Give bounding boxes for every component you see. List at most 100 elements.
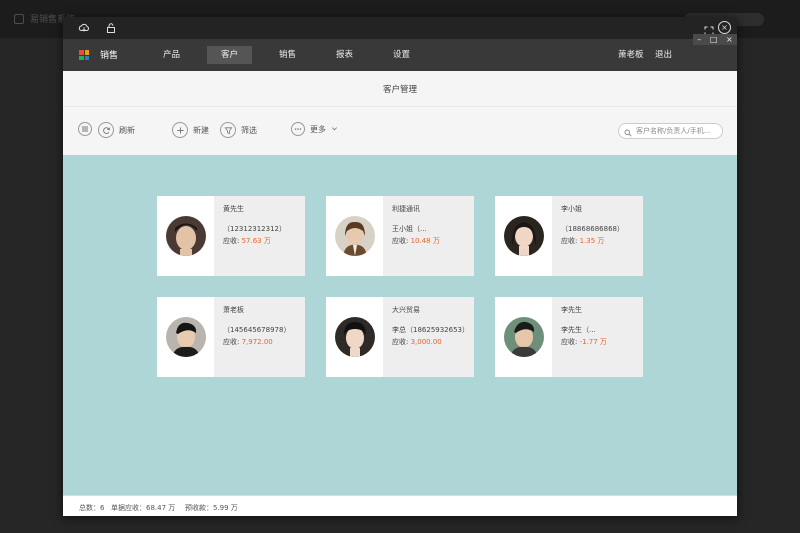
new-label: 新建	[193, 125, 209, 135]
current-user[interactable]: 萧老板	[618, 48, 644, 60]
menu-button[interactable]	[78, 122, 92, 136]
refresh-icon	[98, 122, 114, 138]
customer-contact: 李先生（...	[561, 326, 596, 334]
receivable-label: 应收:	[223, 237, 240, 245]
photo-area	[157, 297, 214, 377]
customer-card[interactable]: 李小姐 （18868686868） 应收: 1.35 万	[495, 196, 643, 276]
customer-name: 李小姐	[561, 205, 582, 213]
receivable-amount: -1.77 万	[579, 338, 607, 346]
app-window: × 销售 产品 客户 销售 报表 设置 萧老板 退出 – □ × 客户管理 刷新…	[63, 17, 737, 516]
avatar	[334, 216, 375, 256]
customer-card[interactable]: 利捷通讯 王小姐（... 应收: 10.48 万	[326, 196, 474, 276]
window-titlebar: ×	[63, 17, 737, 39]
refresh-label: 刷新	[119, 125, 135, 135]
receivable-label: 应收:	[392, 338, 409, 346]
status-footer: 总数：6 单据应收：68.47 万 预收款：5.99 万	[63, 495, 737, 516]
customer-contact: （145645678978）	[223, 326, 291, 334]
search-box[interactable]	[618, 123, 723, 139]
photo-area	[326, 297, 383, 377]
tab-products[interactable]: 产品	[149, 46, 194, 64]
top-navbar: 销售 产品 客户 销售 报表 设置 萧老板 退出	[63, 39, 737, 71]
cloud-sync-icon[interactable]	[78, 22, 90, 34]
search-input[interactable]	[636, 127, 720, 135]
receivable-amount: 7,972.00	[241, 338, 273, 346]
receivable-amount: 1.35 万	[579, 237, 605, 245]
filter-button[interactable]: 筛选	[220, 122, 257, 138]
toolbar: 刷新 新建 筛选 更多	[63, 107, 737, 155]
customer-info: 萧老板 （145645678978） 应收: 7,972.00	[214, 297, 290, 377]
customer-name: 李先生	[561, 306, 582, 314]
customer-contact: 李总（18625932653）	[392, 326, 469, 334]
app-title: 销售	[100, 51, 119, 61]
new-button[interactable]: 新建	[172, 122, 209, 138]
page-header: 客户管理	[63, 71, 737, 107]
customer-contact: （18868686868）	[561, 225, 624, 233]
customer-card[interactable]: 萧老板 （145645678978） 应收: 7,972.00	[157, 297, 305, 377]
avatar	[503, 317, 544, 357]
total-count: 总数：6	[79, 504, 105, 512]
customer-info: 李先生 李先生（... 应收: -1.77 万	[552, 297, 607, 377]
minimize-button[interactable]: –	[697, 35, 701, 44]
lock-icon[interactable]	[105, 22, 117, 34]
app-logo-icon	[79, 50, 89, 60]
more-dots-icon	[291, 122, 305, 136]
customer-card[interactable]: 黄先生 （12312312312） 应收: 57.63 万	[157, 196, 305, 276]
customer-info: 大兴贸易 李总（18625932653） 应收: 3,000.00	[383, 297, 469, 377]
filter-label: 筛选	[241, 125, 257, 135]
receivable-row: 应收: 7,972.00	[223, 339, 290, 346]
photo-area	[495, 196, 552, 276]
photo-area	[495, 297, 552, 377]
total-prepaid: 预收款：5.99 万	[185, 504, 238, 512]
maximize-button[interactable]: □	[710, 35, 718, 44]
customer-card[interactable]: 李先生 李先生（... 应收: -1.77 万	[495, 297, 643, 377]
fullscreen-icon[interactable]	[703, 22, 715, 36]
plus-icon	[172, 122, 188, 138]
receivable-row: 应收: 1.35 万	[561, 238, 624, 245]
search-icon	[624, 122, 632, 141]
close-button[interactable]: ×	[726, 35, 733, 44]
tab-settings[interactable]: 设置	[379, 46, 424, 64]
receivable-label: 应收:	[561, 237, 578, 245]
customer-contact: （12312312312）	[223, 225, 286, 233]
customer-name: 萧老板	[223, 306, 244, 314]
customer-name: 黄先生	[223, 205, 244, 213]
chevron-down-icon	[331, 125, 338, 134]
tab-sales[interactable]: 销售	[265, 46, 310, 64]
list-menu-icon	[78, 122, 92, 136]
refresh-button[interactable]: 刷新	[98, 122, 135, 138]
avatar	[165, 216, 206, 256]
photo-area	[326, 196, 383, 276]
photo-area	[157, 196, 214, 276]
receivable-row: 应收: 10.48 万	[392, 238, 440, 245]
customer-grid: 黄先生 （12312312312） 应收: 57.63 万 利捷通讯 王小姐（.…	[63, 155, 737, 495]
tab-customers[interactable]: 客户	[207, 46, 253, 64]
close-circle-icon[interactable]: ×	[718, 21, 731, 34]
customer-contact: 王小姐（...	[392, 225, 427, 233]
more-label: 更多	[310, 124, 326, 134]
avatar	[503, 216, 544, 256]
total-receivable: 单据应收：68.47 万	[111, 504, 176, 512]
logout-link[interactable]: 退出	[655, 48, 672, 60]
filter-icon	[220, 122, 236, 138]
customer-info: 黄先生 （12312312312） 应收: 57.63 万	[214, 196, 286, 276]
tab-reports[interactable]: 报表	[322, 46, 367, 64]
avatar	[334, 317, 375, 357]
receivable-amount: 3,000.00	[410, 338, 442, 346]
receivable-label: 应收:	[561, 338, 578, 346]
receivable-amount: 57.63 万	[241, 237, 271, 245]
customer-info: 利捷通讯 王小姐（... 应收: 10.48 万	[383, 196, 440, 276]
more-button[interactable]: 更多	[291, 122, 338, 136]
window-controls: – □ ×	[693, 34, 737, 45]
receivable-amount: 10.48 万	[410, 237, 440, 245]
app-icon	[14, 13, 24, 24]
receivable-row: 应收: 3,000.00	[392, 339, 469, 346]
customer-name: 利捷通讯	[392, 205, 420, 213]
avatar	[165, 317, 206, 357]
customer-info: 李小姐 （18868686868） 应收: 1.35 万	[552, 196, 624, 276]
receivable-label: 应收:	[392, 237, 409, 245]
receivable-row: 应收: 57.63 万	[223, 238, 286, 245]
customer-name: 大兴贸易	[392, 306, 420, 314]
customer-card[interactable]: 大兴贸易 李总（18625932653） 应收: 3,000.00	[326, 297, 474, 377]
page-title: 客户管理	[382, 85, 417, 95]
receivable-row: 应收: -1.77 万	[561, 339, 607, 346]
